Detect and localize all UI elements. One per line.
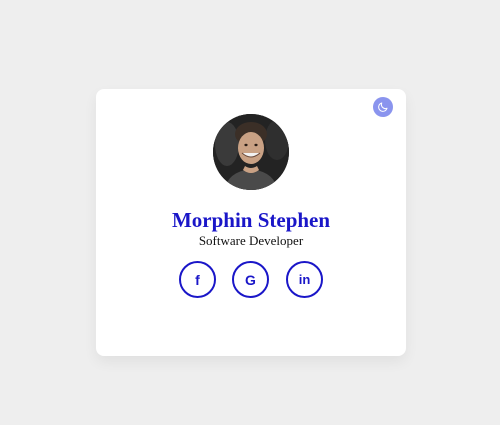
avatar-image bbox=[213, 114, 289, 190]
page-background: Morphin Stephen Software Developer f G i… bbox=[0, 0, 500, 425]
google-icon: G bbox=[245, 271, 256, 288]
profile-role: Software Developer bbox=[198, 233, 304, 248]
linkedin-icon: in bbox=[298, 272, 311, 287]
facebook-icon: f bbox=[195, 271, 200, 288]
avatar bbox=[213, 114, 289, 190]
theme-toggle-button[interactable] bbox=[373, 97, 393, 117]
facebook-button[interactable]: f bbox=[179, 261, 216, 298]
profile-name: Morphin Stephen bbox=[171, 208, 331, 232]
social-links: f G in bbox=[179, 261, 325, 298]
profile-card: Morphin Stephen Software Developer f G i… bbox=[96, 89, 406, 356]
moon-icon bbox=[378, 102, 388, 112]
google-button[interactable]: G bbox=[232, 261, 269, 298]
linkedin-button[interactable]: in bbox=[286, 261, 323, 298]
